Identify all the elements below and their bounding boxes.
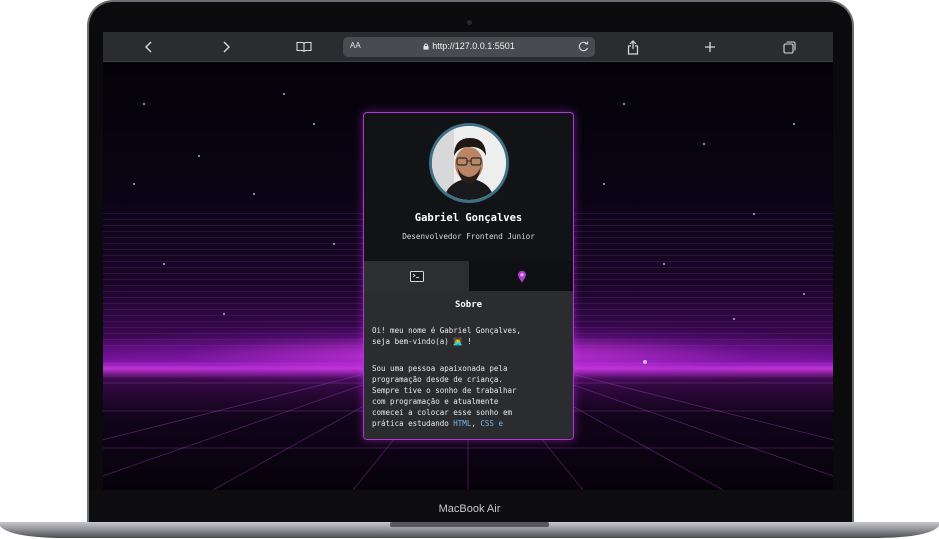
about-intro: Oi! meu nome é Gabriel Gonçalves, seja b… bbox=[372, 326, 522, 346]
star bbox=[253, 193, 255, 195]
browser-toolbar: AA http://127.0.0.1:5501 bbox=[103, 32, 833, 62]
star bbox=[133, 183, 135, 185]
url-text: http://127.0.0.1:5501 bbox=[432, 41, 515, 51]
lock-icon bbox=[423, 43, 429, 50]
conjunction-text: e bbox=[498, 419, 503, 428]
star bbox=[333, 243, 335, 245]
section-title: Sobre bbox=[454, 300, 483, 310]
star bbox=[643, 360, 647, 364]
star bbox=[703, 143, 705, 145]
pin-icon bbox=[518, 270, 526, 282]
star bbox=[803, 293, 805, 295]
card-tabs bbox=[364, 261, 573, 291]
camera bbox=[467, 20, 472, 25]
about-description: Sou uma pessoa apaixonada pela programaç… bbox=[372, 364, 517, 428]
device-label: MacBook Air bbox=[438, 503, 501, 515]
screen: AA http://127.0.0.1:5501 Gabriel Gonçalv… bbox=[103, 32, 833, 490]
star bbox=[163, 263, 165, 265]
profile-role: Desenvolvedor Frontend Junior bbox=[402, 232, 535, 241]
star bbox=[623, 103, 625, 105]
bookmarks-icon[interactable] bbox=[289, 32, 319, 62]
url-bar[interactable]: AA http://127.0.0.1:5501 bbox=[343, 37, 595, 57]
star bbox=[753, 213, 755, 215]
css-link[interactable]: CSS bbox=[480, 419, 494, 428]
about-section: Sobre Oi! meu nome é Gabriel Gonçalves, … bbox=[364, 291, 573, 439]
star bbox=[198, 155, 200, 157]
about-description-text: Sou uma pessoa apaixonada pela programaç… bbox=[372, 364, 517, 428]
star bbox=[223, 313, 225, 315]
star bbox=[733, 318, 735, 320]
star bbox=[313, 123, 315, 125]
forward-icon[interactable] bbox=[211, 32, 241, 62]
tab-location[interactable] bbox=[469, 261, 573, 291]
back-icon[interactable] bbox=[134, 32, 164, 62]
tab-about[interactable] bbox=[364, 261, 469, 291]
terminal-icon bbox=[409, 270, 424, 282]
html-link[interactable]: HTML bbox=[453, 419, 471, 428]
star bbox=[283, 93, 285, 95]
new-tab-icon[interactable] bbox=[695, 32, 725, 62]
profile-photo bbox=[432, 126, 506, 200]
tabs-icon[interactable] bbox=[774, 32, 804, 62]
star bbox=[663, 263, 665, 265]
laptop-base bbox=[0, 522, 939, 538]
star bbox=[143, 103, 145, 105]
star bbox=[603, 183, 605, 185]
reload-icon[interactable] bbox=[577, 40, 590, 53]
profile-name: Gabriel Gonçalves bbox=[414, 212, 523, 224]
share-icon[interactable] bbox=[618, 32, 648, 62]
avatar bbox=[429, 123, 509, 203]
profile-card: Gabriel Gonçalves Desenvolvedor Frontend… bbox=[363, 112, 574, 440]
star bbox=[793, 123, 795, 125]
